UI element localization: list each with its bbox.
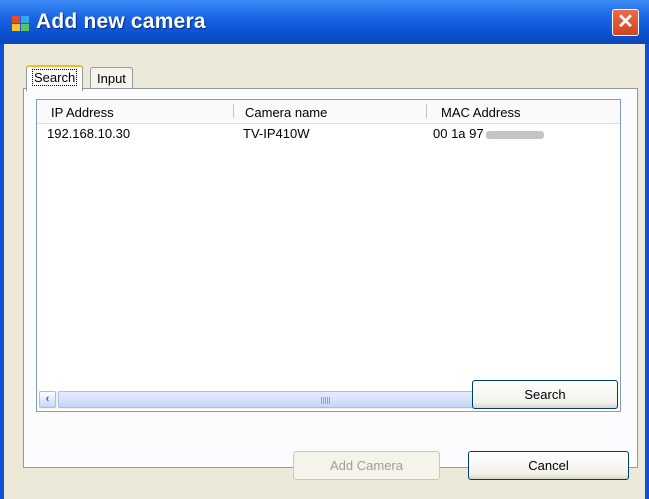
tab-search-label: Search bbox=[31, 69, 78, 86]
tab-search[interactable]: Search bbox=[26, 65, 84, 91]
cell-mac-text: 00 1a 97 bbox=[433, 126, 484, 141]
app-icon bbox=[12, 16, 30, 32]
window-title: Add new camera bbox=[36, 10, 206, 33]
table-row[interactable]: 192.168.10.30 TV-IP410W 00 1a 97 bbox=[37, 126, 620, 144]
column-header-camera-name[interactable]: Camera name bbox=[245, 105, 327, 120]
dialog-body: Search Input IP Address Camera name MAC … bbox=[4, 44, 645, 499]
title-bar[interactable]: Add new camera ✕ bbox=[0, 0, 649, 44]
column-header-mac[interactable]: MAC Address bbox=[441, 105, 520, 120]
cell-mac: 00 1a 97 bbox=[433, 126, 544, 141]
search-button[interactable]: Search bbox=[472, 380, 618, 409]
column-divider[interactable] bbox=[233, 104, 234, 118]
camera-list[interactable]: IP Address Camera name MAC Address 192.1… bbox=[36, 99, 621, 412]
tab-input[interactable]: Input bbox=[90, 67, 133, 89]
cell-ip: 192.168.10.30 bbox=[47, 126, 131, 141]
redacted-mac bbox=[485, 130, 544, 139]
close-icon[interactable]: ✕ bbox=[612, 9, 639, 36]
scroll-left-icon[interactable]: ‹ bbox=[39, 391, 56, 408]
tab-input-label: Input bbox=[97, 71, 126, 86]
list-header: IP Address Camera name MAC Address bbox=[37, 100, 620, 124]
add-camera-button[interactable]: Add Camera bbox=[293, 451, 440, 480]
thumb-grip-icon bbox=[321, 397, 330, 404]
column-divider[interactable] bbox=[426, 104, 427, 118]
dialog-window: Add new camera ✕ Search Input IP Address… bbox=[0, 0, 649, 499]
cell-camera-name: TV-IP410W bbox=[243, 126, 310, 141]
column-header-ip[interactable]: IP Address bbox=[51, 105, 114, 120]
cancel-button[interactable]: Cancel bbox=[468, 451, 629, 480]
